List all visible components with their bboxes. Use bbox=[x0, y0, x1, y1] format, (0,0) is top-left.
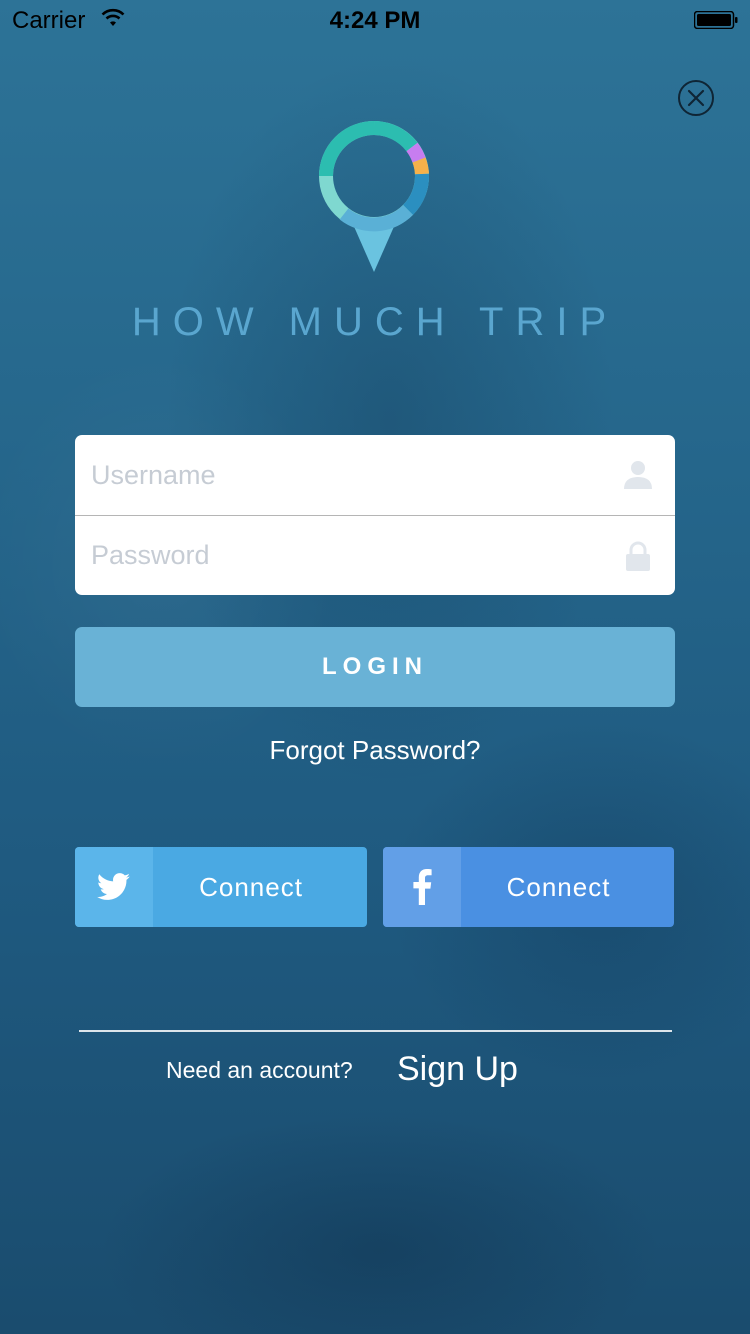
password-row bbox=[75, 515, 675, 595]
twitter-connect-label: Connect bbox=[199, 871, 303, 902]
sign-up-link[interactable]: Sign Up bbox=[397, 1050, 518, 1089]
need-account-text: Need an account? bbox=[166, 1057, 353, 1083]
status-time: 4:24 PM bbox=[329, 7, 421, 34]
battery-icon bbox=[694, 11, 738, 29]
logo-icon bbox=[319, 121, 430, 272]
forgot-password-link[interactable]: Forgot Password? bbox=[0, 735, 750, 766]
username-row bbox=[75, 435, 675, 515]
close-icon bbox=[687, 89, 705, 107]
facebook-icon-box bbox=[383, 847, 461, 927]
password-input[interactable] bbox=[75, 516, 591, 595]
close-button[interactable] bbox=[678, 80, 714, 116]
facebook-connect-button[interactable]: Connect bbox=[383, 847, 674, 927]
facebook-connect-label: Connect bbox=[506, 871, 611, 902]
twitter-connect-button[interactable]: Connect bbox=[75, 847, 367, 927]
user-icon bbox=[624, 461, 652, 489]
twitter-icon bbox=[97, 873, 131, 900]
username-input[interactable] bbox=[75, 435, 591, 515]
brand-name: HOW MUCH TRIP bbox=[131, 300, 619, 344]
status-bar: Carrier 4:24 PM bbox=[0, 0, 750, 40]
twitter-icon-box bbox=[75, 847, 153, 927]
footer-divider bbox=[79, 1030, 672, 1032]
login-form bbox=[75, 435, 675, 595]
login-button[interactable]: LOGIN bbox=[75, 627, 675, 707]
lock-icon bbox=[626, 541, 650, 571]
facebook-icon bbox=[413, 869, 432, 905]
